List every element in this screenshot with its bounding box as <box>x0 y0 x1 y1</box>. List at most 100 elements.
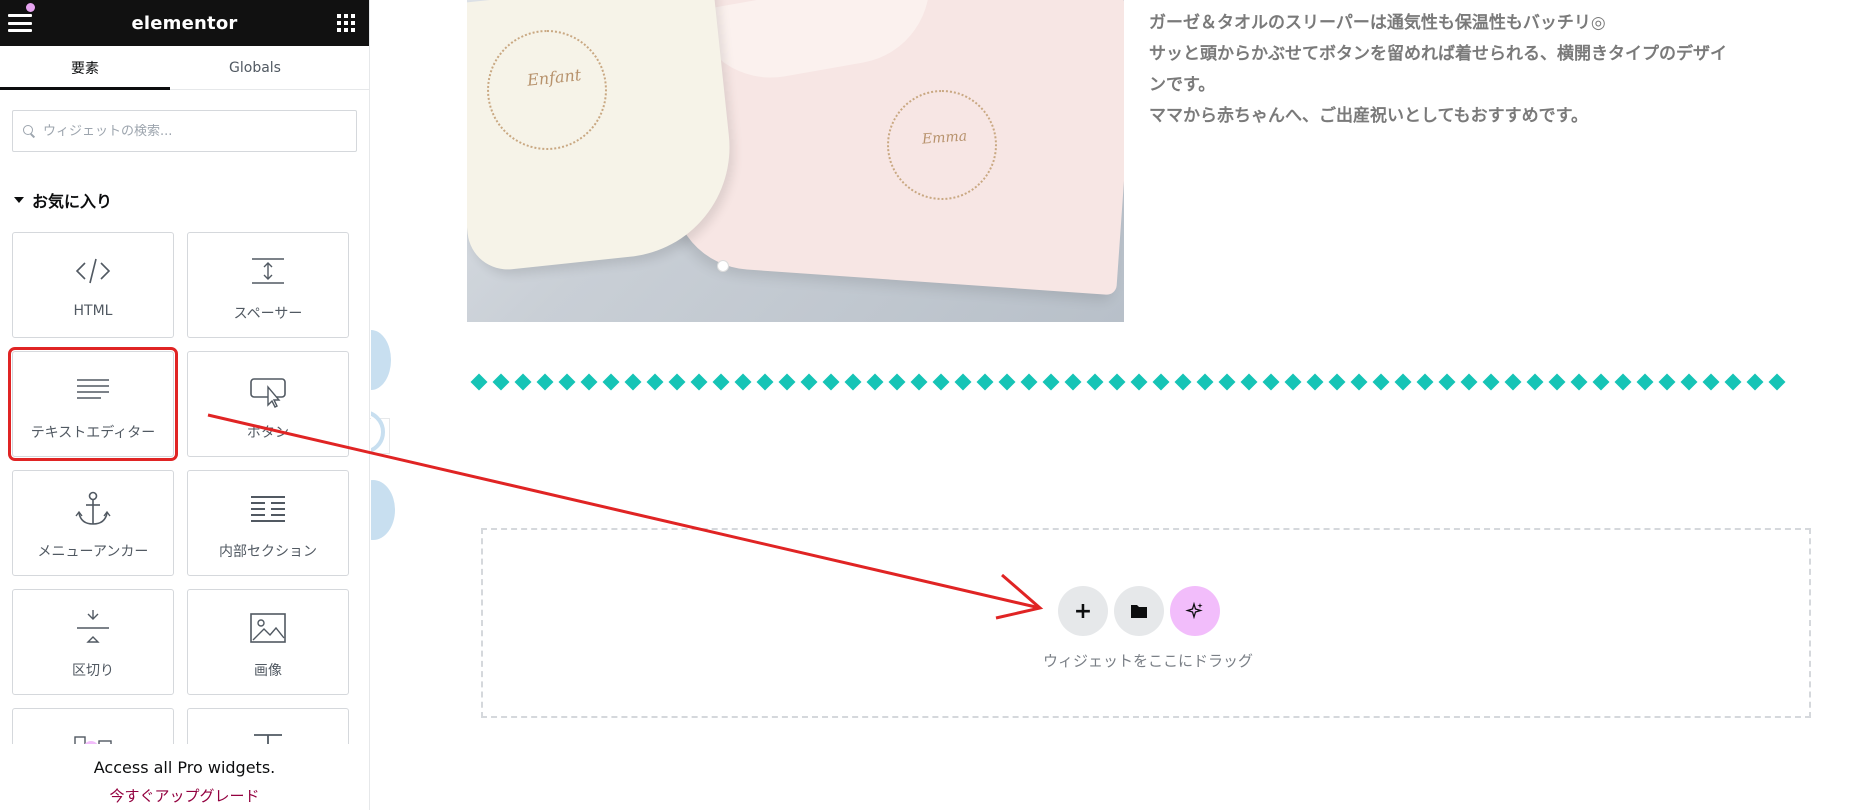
widget-label: ボタン <box>247 425 289 441</box>
diamond-shape <box>514 373 532 391</box>
widget-label: 画像 <box>254 663 282 679</box>
diamond-shape <box>1284 373 1302 391</box>
diamond-shape <box>1768 373 1786 391</box>
search-icon <box>23 125 35 137</box>
divider-icon <box>77 610 109 643</box>
diamond-shape <box>712 373 730 391</box>
diamond-shape <box>822 373 840 391</box>
diamond-shape <box>1658 373 1676 391</box>
upgrade-link[interactable]: 今すぐアップグレード <box>0 785 369 806</box>
diamond-shape <box>1526 373 1544 391</box>
diamond-shape <box>1746 373 1764 391</box>
widget-inner-section[interactable]: 内部セクション <box>187 470 349 576</box>
dropzone-hint: ウィジェットをここにドラッグ <box>1042 652 1253 670</box>
widget-html[interactable]: HTML <box>12 232 174 338</box>
tab-elements[interactable]: 要素 <box>0 46 170 90</box>
inner-section-icon <box>251 496 285 522</box>
widget-image[interactable]: 画像 <box>187 589 349 695</box>
diamond-shape <box>1504 373 1522 391</box>
diamond-shape <box>756 373 774 391</box>
diamond-shape <box>580 373 598 391</box>
diamond-shape <box>1702 373 1720 391</box>
diamond-shape <box>866 373 884 391</box>
widgets-panel: elementor 要素 Globals お気に入り <box>0 0 370 810</box>
add-section-button[interactable]: + <box>1058 586 1108 636</box>
widget-spacer[interactable]: スペーサー <box>187 232 349 338</box>
photo-embroidery-right: Emma <box>921 128 968 148</box>
widget-label: 内部セクション <box>219 544 317 560</box>
widget-label: HTML <box>73 303 113 319</box>
elementor-logo: elementor <box>131 12 238 34</box>
search-input[interactable] <box>43 123 323 139</box>
diamond-shape <box>1372 373 1390 391</box>
description-line: サッと頭からかぶせてボタンを留めれば着せられる、横開きタイプのデザイ <box>1149 44 1727 64</box>
diamond-shape <box>1196 373 1214 391</box>
diamond-shape <box>932 373 950 391</box>
diamond-shape <box>1130 373 1148 391</box>
hamburger-menu-icon[interactable] <box>8 14 32 32</box>
description-line: ガーゼ＆タオルのスリーパーは通気性も保温性もバッチリ◎ <box>1149 13 1606 33</box>
dropzone-buttons: + <box>1058 586 1220 636</box>
diamond-shape <box>1394 373 1412 391</box>
diamond-shape <box>844 373 862 391</box>
diamond-shape <box>1350 373 1368 391</box>
page-preview: Enfant Emma ガーゼ＆タオルのスリーパーは通気性も保温性もバッチリ◎ … <box>371 0 1853 810</box>
diamond-shape <box>910 373 928 391</box>
sparkle-icon <box>1185 601 1203 620</box>
diamond-shape <box>536 373 554 391</box>
panel-tabs: 要素 Globals <box>0 46 369 90</box>
button-icon <box>250 378 286 408</box>
diamond-shape <box>1416 373 1434 391</box>
diamond-shape <box>1592 373 1610 391</box>
diamond-shape <box>888 373 906 391</box>
diamond-shape <box>734 373 752 391</box>
pro-upgrade-banner: Access all Pro widgets. 今すぐアップグレード <box>0 744 369 810</box>
widget-label: テキストエディター <box>30 425 156 441</box>
description-line: ンです。 <box>1149 75 1216 95</box>
diamond-shape <box>602 373 620 391</box>
diamond-shape <box>1086 373 1104 391</box>
diamond-shape <box>1460 373 1478 391</box>
widget-search <box>12 110 357 152</box>
elementor-editor: elementor 要素 Globals お気に入り <box>0 0 1853 810</box>
diamond-shape <box>800 373 818 391</box>
diamond-shape <box>778 373 796 391</box>
widget-divider[interactable]: 区切り <box>12 589 174 695</box>
diamond-shape <box>492 373 510 391</box>
add-template-button[interactable] <box>1114 586 1164 636</box>
diamond-shape <box>1724 373 1742 391</box>
diamond-shape <box>1636 373 1654 391</box>
diamond-shape <box>1064 373 1082 391</box>
favorites-category-toggle[interactable]: お気に入り <box>14 188 369 212</box>
widgets-grid-icon[interactable] <box>336 14 355 32</box>
diamond-shape <box>1680 373 1698 391</box>
ai-assistant-button[interactable] <box>1170 586 1220 636</box>
spacer-icon <box>252 258 284 284</box>
diamond-shape <box>1218 373 1236 391</box>
diamond-divider <box>469 372 1809 392</box>
tab-globals[interactable]: Globals <box>170 46 340 89</box>
diamond-shape <box>1108 373 1126 391</box>
diamond-shape <box>1328 373 1346 391</box>
anchor-icon <box>75 491 111 525</box>
widget-dropzone[interactable]: + ウィジェットをここにドラッグ <box>481 528 1811 718</box>
diamond-shape <box>1020 373 1038 391</box>
widget-menu-anchor[interactable]: メニューアンカー <box>12 470 174 576</box>
diamond-shape <box>1570 373 1588 391</box>
diamond-shape <box>624 373 642 391</box>
diamond-shape <box>558 373 576 391</box>
plus-icon: + <box>1073 598 1093 624</box>
diamond-shape <box>470 373 488 391</box>
diamond-shape <box>1548 373 1566 391</box>
diamond-shape <box>690 373 708 391</box>
diamond-shape <box>1152 373 1170 391</box>
widget-text-editor[interactable]: テキストエディター <box>8 347 178 461</box>
diamond-shape <box>954 373 972 391</box>
decorative-shapes <box>371 330 395 560</box>
diamond-shape <box>998 373 1016 391</box>
text-editor-icon <box>77 379 109 399</box>
diamond-shape <box>1438 373 1456 391</box>
widget-label: メニューアンカー <box>37 544 149 560</box>
widget-button[interactable]: ボタン <box>187 351 349 457</box>
caret-down-icon <box>14 197 24 203</box>
